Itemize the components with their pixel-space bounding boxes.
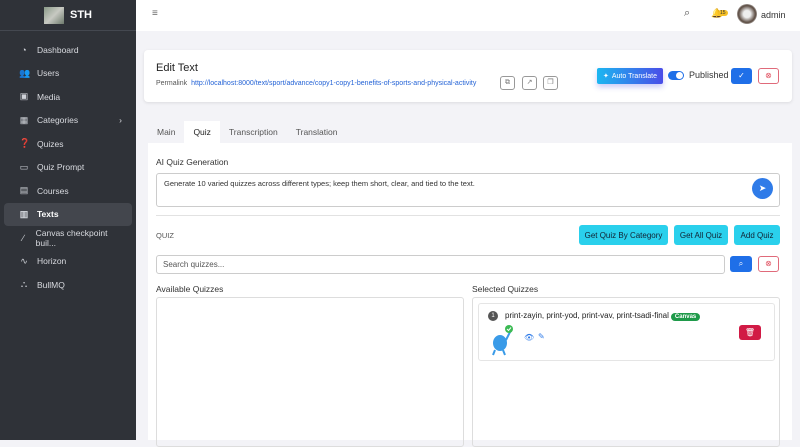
pulse-icon: ∿ xyxy=(20,255,28,266)
sidebar-item-quizes[interactable]: ❓ Quizes xyxy=(4,132,132,156)
canvas-badge: Canvas xyxy=(670,313,701,321)
sidebar-item-canvas[interactable]: ∕ Canvas checkpoint buil... xyxy=(4,226,132,250)
published-toggle[interactable] xyxy=(668,71,684,80)
available-quizzes-list[interactable] xyxy=(156,297,464,447)
get-quiz-by-category-button[interactable]: Get Quiz By Category xyxy=(579,225,668,245)
divider xyxy=(156,215,780,216)
camera-icon: ▣ xyxy=(19,91,29,102)
tab-quiz[interactable]: Quiz xyxy=(184,121,220,143)
sidebar-item-texts[interactable]: ▥ Texts xyxy=(4,202,132,226)
quiz-panel: AI Quiz Generation Generate 10 varied qu… xyxy=(148,143,792,447)
quiz-title: print-zayin, print-yod, print-vav, print… xyxy=(505,311,701,321)
send-button[interactable]: ➤ xyxy=(752,178,773,199)
selected-quizzes-label: Selected Quizzes xyxy=(472,284,539,294)
clear-search-button[interactable]: ⊗ xyxy=(758,256,779,272)
sidebar-item-categories[interactable]: ▦ Categories › xyxy=(4,109,132,133)
tabs: Main Quiz Transcription Translation xyxy=(148,121,346,143)
menu-icon[interactable]: ≡ xyxy=(152,8,158,19)
chevron-right-icon: › xyxy=(119,115,122,126)
search-icon[interactable]: ⌕ xyxy=(684,7,690,20)
quiz-number: 1 xyxy=(488,311,498,321)
tab-translation[interactable]: Translation xyxy=(287,121,347,143)
check-icon: ✓ xyxy=(738,71,745,80)
auto-translate-button[interactable]: ✦ Auto Translate xyxy=(597,68,663,84)
delete-button[interactable]: 🗑 xyxy=(739,325,761,340)
sidebar-item-users[interactable]: 👥 Users xyxy=(4,62,132,86)
question-icon: ❓ xyxy=(19,138,31,149)
avatar[interactable] xyxy=(737,4,757,24)
eye-icon[interactable]: 👁 xyxy=(524,333,534,342)
sidebar-item-quiz-prompt[interactable]: ▭ Quiz Prompt xyxy=(4,156,132,180)
brand[interactable]: STH xyxy=(0,0,136,31)
label: Horizon xyxy=(37,256,67,267)
label: Categories xyxy=(37,115,79,126)
brand-name: STH xyxy=(70,9,92,21)
page-title: Edit Text xyxy=(156,62,198,74)
permalink-label: Permalink xyxy=(156,80,188,87)
logo xyxy=(44,6,64,24)
sidebar-item-dashboard[interactable]: ◔ Dashboard xyxy=(4,38,132,62)
quiz-section-label: QUIZ xyxy=(156,231,174,240)
sidebar-item-courses[interactable]: ▤ Courses xyxy=(4,179,132,203)
copy-button[interactable]: ⧉ xyxy=(500,76,515,90)
message-icon: ▭ xyxy=(19,161,29,172)
close-icon: ⊗ xyxy=(765,259,772,268)
grid-icon: ▦ xyxy=(19,114,29,125)
open-link-button[interactable]: ↗ xyxy=(522,76,537,90)
mascot-image xyxy=(492,325,513,356)
edit-header-card: Edit Text Permalink http://localhost:8000… xyxy=(144,50,792,102)
save-button[interactable]: ✓ xyxy=(731,68,752,84)
label: Canvas checkpoint buil... xyxy=(35,227,108,248)
ai-prompt-input[interactable]: Generate 10 varied quizzes across differ… xyxy=(156,173,780,207)
sitemap-icon: ⛬ xyxy=(20,279,28,290)
trash-icon: 🗑 xyxy=(744,328,756,337)
ai-quiz-label: AI Quiz Generation xyxy=(156,157,229,167)
permalink: Permalink http://localhost:8000/text/spor… xyxy=(156,80,476,87)
label: Dashboard xyxy=(37,44,79,55)
get-all-quiz-button[interactable]: Get All Quiz xyxy=(674,225,728,245)
sparkle-icon: ✦ xyxy=(602,73,609,80)
edit-icon[interactable]: ✎ xyxy=(538,332,545,341)
selected-quiz-item[interactable]: 1 print-zayin, print-yod, print-vav, pri… xyxy=(478,303,775,361)
sidebar: STH ◔ Dashboard 👥 Users ▣ Media ▦ Categories… xyxy=(0,0,136,440)
quiz-title-text: print-zayin, print-yod, print-vav, print… xyxy=(505,311,669,320)
sidebar-item-horizon[interactable]: ∿ Horizon xyxy=(4,250,132,274)
sidebar-item-bullmq[interactable]: ⛬ BullMQ xyxy=(4,273,132,297)
users-icon: 👥 xyxy=(19,67,31,78)
pen-icon: ∕ xyxy=(22,232,25,243)
label: Quiz Prompt xyxy=(37,162,85,173)
topbar: ≡ ⌕ 🔔 15 admin xyxy=(136,0,800,31)
text-icon: ▥ xyxy=(19,208,29,219)
tab-transcription[interactable]: Transcription xyxy=(220,121,287,143)
search-icon: ⌕ xyxy=(738,259,744,268)
permalink-link[interactable]: http://localhost:8000/text/sport/advance… xyxy=(191,80,476,87)
label: Texts xyxy=(37,209,59,220)
user-name[interactable]: admin xyxy=(761,10,786,20)
send-icon: ➤ xyxy=(758,183,767,193)
add-quiz-button[interactable]: Add Quiz xyxy=(734,225,780,245)
sidebar-item-media[interactable]: ▣ Media xyxy=(4,85,132,109)
tab-main[interactable]: Main xyxy=(148,121,184,143)
label: BullMQ xyxy=(37,279,65,290)
published-label: Published xyxy=(689,70,729,80)
label: Quizes xyxy=(37,138,64,149)
dashboard-icon: ◔ xyxy=(21,44,27,55)
available-quizzes-label: Available Quizzes xyxy=(156,284,224,294)
auto-translate-label: Auto Translate xyxy=(611,72,657,80)
close-icon: ⊗ xyxy=(765,71,772,80)
search-button[interactable]: ⌕ xyxy=(730,256,752,272)
notification-badge: 15 xyxy=(718,10,728,16)
label: Users xyxy=(37,68,60,79)
book-icon: ▤ xyxy=(19,185,29,196)
search-quizzes-input[interactable]: Search quizzes... xyxy=(156,255,725,274)
label: Media xyxy=(37,91,61,102)
label: Courses xyxy=(37,185,69,196)
duplicate-button[interactable]: ❐ xyxy=(543,76,558,90)
cancel-button[interactable]: ⊗ xyxy=(758,68,779,84)
